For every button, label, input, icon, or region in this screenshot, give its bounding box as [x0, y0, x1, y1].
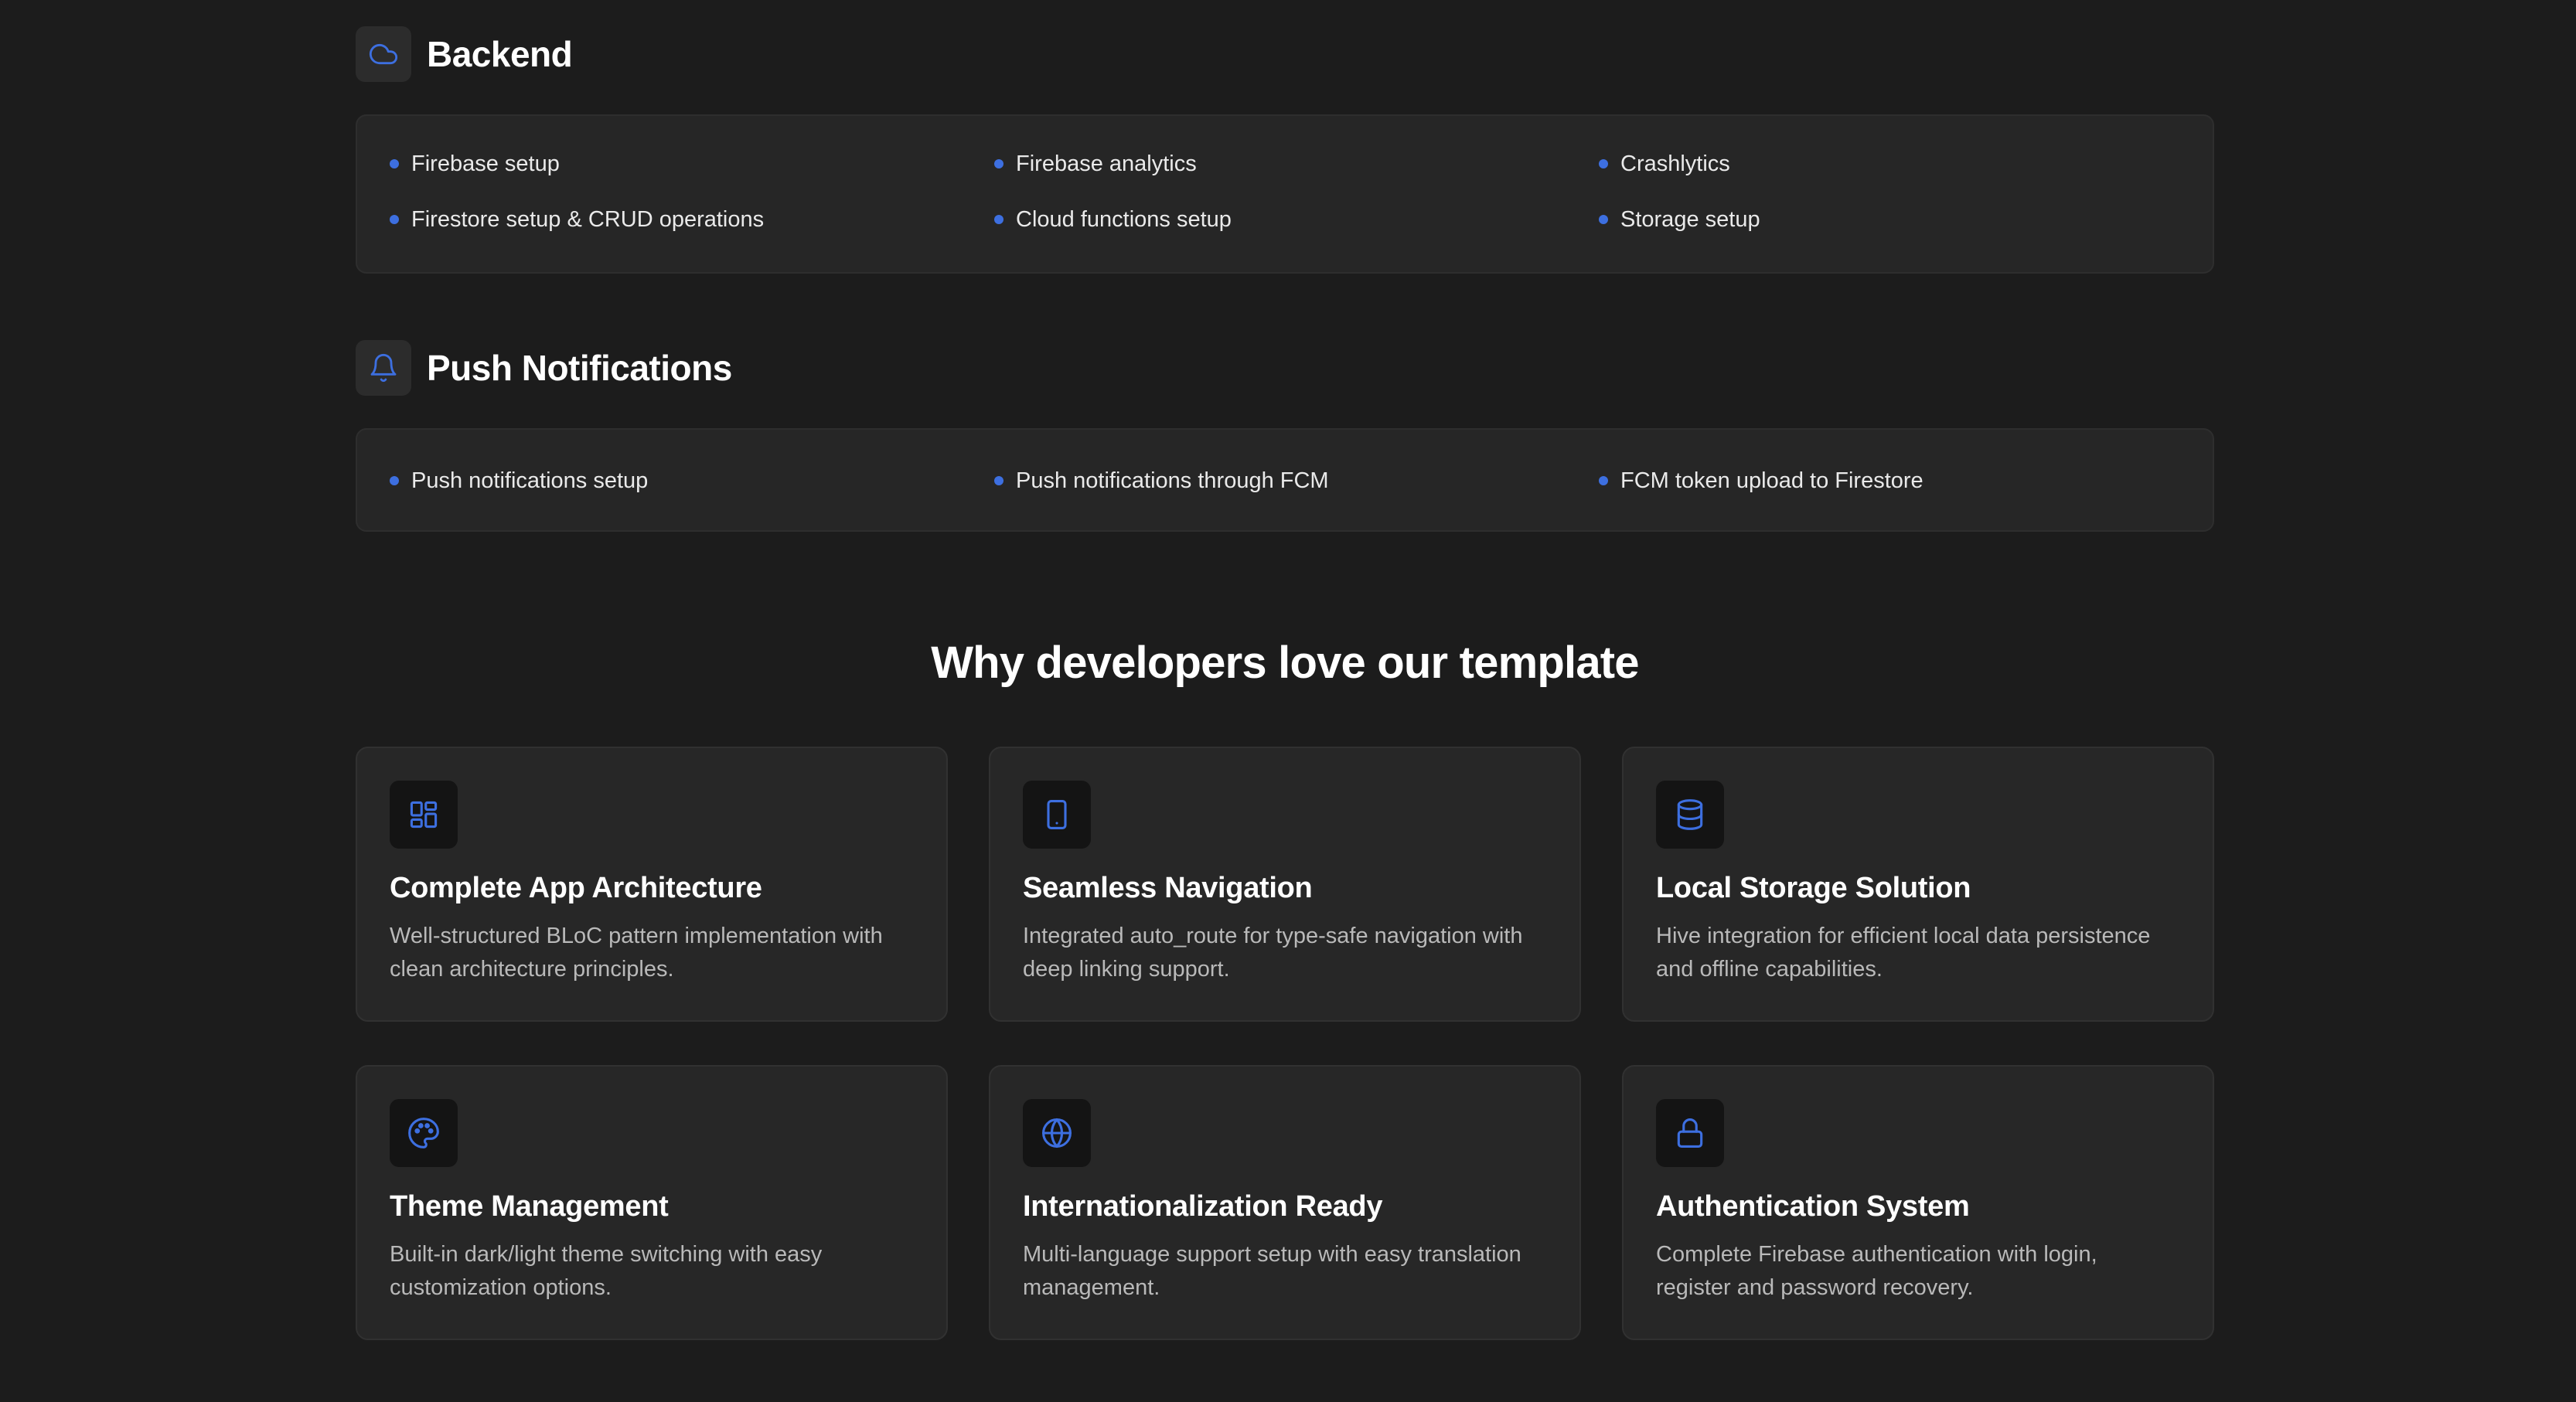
- layout-grid-icon: [390, 781, 458, 849]
- feature-card-title: Local Storage Solution: [1656, 872, 1971, 904]
- feature-card-theme: Theme Management Built-in dark/light the…: [356, 1065, 948, 1340]
- lock-icon: [1656, 1099, 1724, 1167]
- feature-card-navigation: Seamless Navigation Integrated auto_rout…: [989, 747, 1581, 1022]
- database-icon: [1656, 781, 1724, 849]
- list-item: FCM token upload to Firestore: [1599, 467, 2203, 495]
- list-item: Cloud functions setup: [994, 206, 1599, 233]
- list-item: Storage setup: [1599, 206, 2203, 233]
- bullet-dot: [390, 476, 399, 485]
- feature-card-title: Seamless Navigation: [1023, 872, 1313, 904]
- list-item: Push notifications through FCM: [994, 467, 1599, 495]
- why-section-title: Why developers love our template: [931, 638, 1639, 688]
- list-item: Firestore setup & CRUD operations: [390, 206, 994, 233]
- palette-icon: [390, 1099, 458, 1167]
- feature-card-title: Authentication System: [1656, 1190, 1970, 1223]
- backend-feature-box: Firebase setup Firebase analytics Crashl…: [356, 114, 2214, 274]
- feature-card-auth: Authentication System Complete Firebase …: [1622, 1065, 2214, 1340]
- backend-title: Backend: [427, 34, 573, 74]
- list-item: Crashlytics: [1599, 150, 2203, 178]
- bullet-dot: [1599, 476, 1608, 485]
- bullet-dot: [994, 159, 1003, 168]
- feature-card-title: Internationalization Ready: [1023, 1190, 1383, 1223]
- feature-card-description: Well-structured BLoC pattern implementat…: [390, 924, 883, 982]
- feature-card-architecture: Complete App Architecture Well-structure…: [356, 747, 948, 1022]
- feature-card-storage: Local Storage Solution Hive integration …: [1622, 747, 2214, 1022]
- feature-card-description: Hive integration for efficient local dat…: [1656, 924, 2151, 982]
- feature-card-description: Built-in dark/light theme switching with…: [390, 1242, 823, 1300]
- push-notifications-section-header: Push Notifications: [356, 340, 732, 396]
- feature-card-description: Integrated auto_route for type-safe navi…: [1023, 924, 1523, 982]
- feature-card-description: Multi-language support setup with easy t…: [1023, 1242, 1521, 1300]
- globe-icon: [1023, 1099, 1091, 1167]
- feature-card-i18n: Internationalization Ready Multi-languag…: [989, 1065, 1581, 1340]
- list-item: Push notifications setup: [390, 467, 994, 495]
- push-notifications-feature-box: Push notifications setup Push notificati…: [356, 428, 2214, 532]
- bullet-dot: [390, 215, 399, 224]
- feature-card-description: Complete Firebase authentication with lo…: [1656, 1242, 2097, 1300]
- feature-card-title: Complete App Architecture: [390, 872, 762, 904]
- feature-card-title: Theme Management: [390, 1190, 669, 1223]
- bullet-dot: [390, 159, 399, 168]
- push-notifications-title: Push Notifications: [427, 348, 732, 388]
- feature-cards-grid: Complete App Architecture Well-structure…: [356, 747, 2214, 1340]
- bullet-dot: [1599, 215, 1608, 224]
- bell-icon: [356, 340, 411, 396]
- tablet-icon: [1023, 781, 1091, 849]
- cloud-icon: [356, 26, 411, 82]
- list-item: Firebase analytics: [994, 150, 1599, 178]
- bullet-dot: [1599, 159, 1608, 168]
- backend-section-header: Backend: [356, 26, 573, 82]
- bullet-dot: [994, 215, 1003, 224]
- list-item: Firebase setup: [390, 150, 994, 178]
- bullet-dot: [994, 476, 1003, 485]
